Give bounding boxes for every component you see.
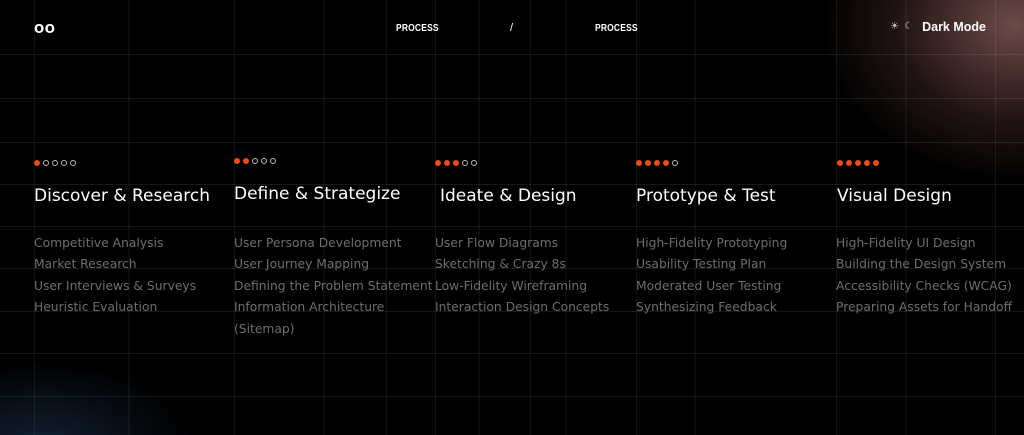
list-item: Moderated User Testing [636, 278, 782, 293]
list-item: User Interviews & Surveys [34, 278, 197, 293]
sun-icon: ☀ [890, 21, 900, 32]
breadcrumb-process[interactable]: PROCESS [396, 23, 439, 34]
progress-dot-filled [636, 160, 642, 166]
progress-dot-filled [873, 160, 879, 166]
list-item: Defining the Problem Statement [234, 278, 433, 293]
breadcrumb-separator: / [510, 22, 514, 34]
dark-mode-label: Dark Mode [922, 20, 986, 34]
dark-mode-toggle[interactable]: ☀ ☾ Dark Mode [890, 20, 986, 34]
progress-dot-empty [70, 160, 76, 166]
list-item: Accessibility Checks (WCAG) [836, 278, 1012, 293]
progress-dots [435, 160, 477, 166]
list-item: Preparing Assets for Handoff [836, 300, 1012, 315]
breadcrumb-current[interactable]: PROCESS [595, 23, 638, 34]
stage-title: Define & Strategize [234, 184, 401, 204]
progress-dot-filled [645, 160, 651, 166]
progress-dot-empty [252, 158, 258, 164]
progress-dot-empty [462, 160, 468, 166]
list-item: Information Architecture (Sitemap) [234, 300, 385, 336]
background-gradient [0, 0, 1024, 435]
progress-dot-filled [243, 158, 249, 164]
progress-dot-filled [444, 160, 450, 166]
progress-dot-filled [837, 160, 843, 166]
progress-dot-filled [855, 160, 861, 166]
stage-items: User Persona Development User Journey Ma… [234, 233, 432, 340]
list-item: High-Fidelity Prototyping [636, 236, 788, 250]
stage-title: Visual Design [837, 186, 952, 206]
progress-dot-empty [270, 158, 276, 164]
progress-dot-filled [663, 160, 669, 166]
progress-dots [34, 160, 76, 166]
list-item: Building the Design System [836, 257, 1007, 272]
list-item: Heuristic Evaluation [34, 300, 158, 315]
progress-dot-filled [435, 160, 441, 166]
list-item: Interaction Design Concepts [435, 300, 610, 315]
stage-title: Ideate & Design [440, 186, 577, 206]
stage-items: High-Fidelity UI Design Building the Des… [836, 233, 1012, 319]
progress-dot-filled [34, 160, 40, 166]
progress-dot-filled [846, 160, 852, 166]
progress-dot-empty [261, 158, 267, 164]
list-item: Competitive Analysis [34, 236, 164, 250]
progress-dot-empty [52, 160, 58, 166]
progress-dot-filled [453, 160, 459, 166]
list-item: Sketching & Crazy 8s [435, 257, 566, 272]
progress-dot-empty [61, 160, 67, 166]
list-item: User Journey Mapping [234, 257, 370, 272]
stage-items: User Flow Diagrams Sketching & Crazy 8s … [435, 233, 609, 319]
progress-dot-empty [43, 160, 49, 166]
list-item: Usability Testing Plan [636, 257, 767, 272]
progress-dots [234, 158, 276, 164]
progress-dot-filled [234, 158, 240, 164]
progress-dot-filled [864, 160, 870, 166]
stage-items: Competitive Analysis Market Research Use… [34, 233, 196, 319]
list-item: Low-Fidelity Wireframing [435, 278, 588, 293]
top-nav: OO PROCESS / PROCESS ☀ ☾ Dark Mode [0, 0, 1024, 58]
stage-items: High-Fidelity Prototyping Usability Test… [636, 233, 787, 319]
list-item: Market Research [34, 257, 137, 272]
list-item: User Flow Diagrams [435, 236, 559, 250]
stage-title: Prototype & Test [636, 186, 776, 206]
list-item: User Persona Development [234, 236, 402, 250]
list-item: Synthesizing Feedback [636, 300, 777, 315]
progress-dots [636, 160, 678, 166]
list-item: High-Fidelity UI Design [836, 236, 976, 250]
progress-dot-empty [672, 160, 678, 166]
progress-dot-filled [654, 160, 660, 166]
stage-title: Discover & Research [34, 186, 210, 206]
logo[interactable]: OO [34, 22, 55, 36]
progress-dot-empty [471, 160, 477, 166]
progress-dots [837, 160, 879, 166]
background-grid [0, 0, 1024, 435]
moon-icon: ☾ [904, 21, 914, 32]
